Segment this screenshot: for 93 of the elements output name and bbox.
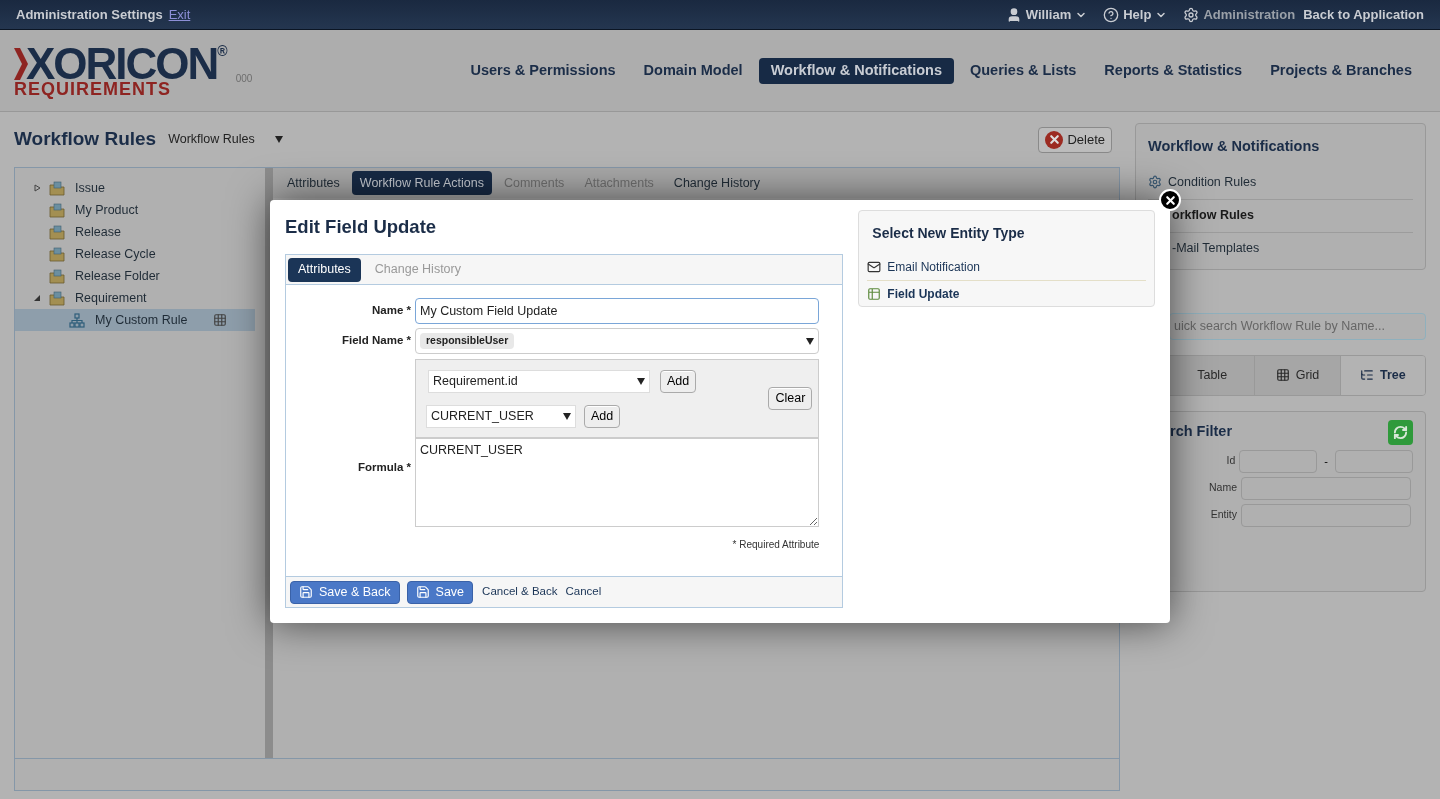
- exit-link[interactable]: Exit: [168, 4, 191, 25]
- folder-icon: [49, 268, 65, 284]
- expanded-arrow-icon[interactable]: [33, 294, 41, 302]
- required-note: * Required Attribute: [732, 538, 820, 552]
- tree-item[interactable]: My Product: [15, 199, 255, 221]
- close-icon: [1163, 193, 1177, 207]
- tree-label: Release Folder: [75, 267, 160, 285]
- sidebar-item[interactable]: Condition Rules: [1148, 165, 1413, 199]
- collapsed-arrow-icon[interactable]: [33, 184, 41, 192]
- nav-tab[interactable]: Users & Permissions: [458, 57, 628, 84]
- folder-icon: [49, 246, 65, 262]
- settings-icon: [1183, 6, 1200, 23]
- caret-icon: [637, 377, 645, 385]
- tree-item[interactable]: Release Folder: [15, 265, 255, 287]
- rules-dropdown[interactable]: Workflow Rules: [168, 130, 283, 149]
- nav-tab[interactable]: Reports & Statistics: [1092, 57, 1255, 84]
- add-button[interactable]: Add: [660, 369, 697, 393]
- delete-button[interactable]: Delete: [1038, 126, 1112, 153]
- field-icon: [867, 286, 882, 301]
- nav-tab[interactable]: Queries & Lists: [958, 57, 1089, 84]
- logo-chevron-icon: [14, 47, 28, 80]
- save-button[interactable]: Save: [406, 580, 474, 604]
- content-tab[interactable]: Attributes: [279, 171, 348, 195]
- grid-icon: [1275, 368, 1290, 383]
- delete-icon: [1045, 130, 1064, 149]
- help-icon: [1103, 6, 1120, 23]
- filter-label: Id: [1225, 453, 1236, 469]
- folder-icon: [49, 202, 65, 218]
- cancel-link[interactable]: Cancel: [565, 583, 602, 601]
- administration-label: Administration: [1203, 5, 1296, 24]
- tree-item[interactable]: My Custom Rule: [15, 309, 255, 331]
- attribute-select[interactable]: Requirement.id: [428, 369, 650, 393]
- filter-label: Entity: [1209, 507, 1237, 523]
- cancel-link[interactable]: Cancel & Back: [482, 583, 558, 601]
- caret-icon: [563, 412, 571, 420]
- tree-label: Release: [75, 223, 121, 241]
- dialog-title: Edit Field Update: [285, 215, 438, 240]
- view-button[interactable]: Grid: [1254, 355, 1340, 395]
- content-tab[interactable]: Workflow Rule Actions: [351, 171, 492, 195]
- caret-icon: [274, 136, 283, 143]
- tree-item[interactable]: Release: [15, 221, 255, 243]
- add-button[interactable]: Add: [584, 404, 621, 428]
- refresh-icon: [1393, 424, 1408, 440]
- save-icon: [299, 585, 313, 599]
- tree-label: My Product: [75, 201, 139, 219]
- dialog-tab[interactable]: Attributes: [288, 257, 361, 282]
- nav-tab[interactable]: Workflow & Notifications: [758, 57, 954, 84]
- save-icon: [415, 585, 430, 599]
- clear-button[interactable]: Clear: [768, 387, 813, 410]
- folder-icon: [49, 290, 65, 306]
- content-tab[interactable]: Change History: [665, 171, 768, 195]
- help-menu[interactable]: Help: [1103, 4, 1168, 25]
- logo-subtitle: REQUIREMENTS: [14, 79, 171, 98]
- view-button[interactable]: Tree: [1339, 355, 1425, 395]
- tree-label: Requirement: [75, 289, 147, 307]
- sidebar-title: Workflow & Notifications: [1148, 137, 1321, 156]
- search-field[interactable]: uick search Workflow Rule by Name...: [1169, 312, 1426, 340]
- logo-mark: ®: [217, 43, 228, 58]
- hierarchy-icon: [69, 312, 85, 328]
- field-label: Name *: [371, 303, 412, 319]
- user-menu[interactable]: William: [1005, 4, 1088, 25]
- entity-panel-title: Select New Entity Type: [871, 224, 1026, 243]
- tree-icon: [1359, 368, 1374, 383]
- nav-tab[interactable]: Domain Model: [631, 57, 755, 84]
- tree-item[interactable]: Requirement: [15, 287, 255, 309]
- caret-icon: [806, 337, 815, 345]
- field-label: Field Name *: [340, 333, 412, 349]
- tree-item[interactable]: Issue: [15, 177, 255, 199]
- field-label: Formula *: [356, 459, 412, 475]
- variable-select[interactable]: CURRENT_USER: [426, 404, 576, 428]
- logo-dots: 000: [235, 71, 253, 86]
- save-button[interactable]: Save & Back: [290, 580, 400, 604]
- mail-icon: [867, 260, 882, 274]
- folder-icon: [49, 224, 65, 240]
- tree-label: My Custom Rule: [95, 311, 188, 329]
- grid-icon[interactable]: [213, 313, 228, 327]
- filter-label: Name: [1208, 480, 1237, 496]
- tree-label: Release Cycle: [75, 245, 156, 263]
- folder-icon: [49, 180, 65, 196]
- filter-title: rch Filter: [1170, 422, 1233, 442]
- page-title: Workflow Rules: [14, 127, 157, 152]
- refresh-button[interactable]: [1388, 419, 1413, 445]
- formula-field[interactable]: CURRENT_USER: [415, 438, 820, 527]
- back-to-application-link[interactable]: Back to Application: [1303, 4, 1424, 25]
- entity-item[interactable]: Field Update: [867, 280, 1146, 306]
- name-field[interactable]: My Custom Field Update: [415, 298, 820, 324]
- field-name-select[interactable]: responsibleUser: [415, 328, 820, 354]
- range-separator: -: [1323, 454, 1329, 469]
- tree-item[interactable]: Release Cycle: [15, 243, 255, 265]
- app-title: Administration Settings: [16, 5, 163, 24]
- nav-tab[interactable]: Projects & Branches: [1258, 57, 1424, 84]
- tree-label: Issue: [75, 179, 105, 197]
- entity-item[interactable]: Email Notification: [867, 254, 1146, 280]
